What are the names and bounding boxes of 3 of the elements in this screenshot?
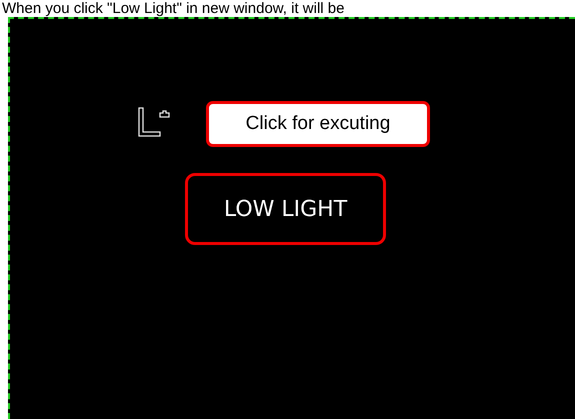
callout-label: Click for excuting bbox=[206, 101, 430, 147]
instruction-text: When you click "Low Light" in new window, it will be bbox=[1, 0, 344, 17]
low-light-button[interactable]: LOW LIGHT bbox=[185, 173, 386, 245]
